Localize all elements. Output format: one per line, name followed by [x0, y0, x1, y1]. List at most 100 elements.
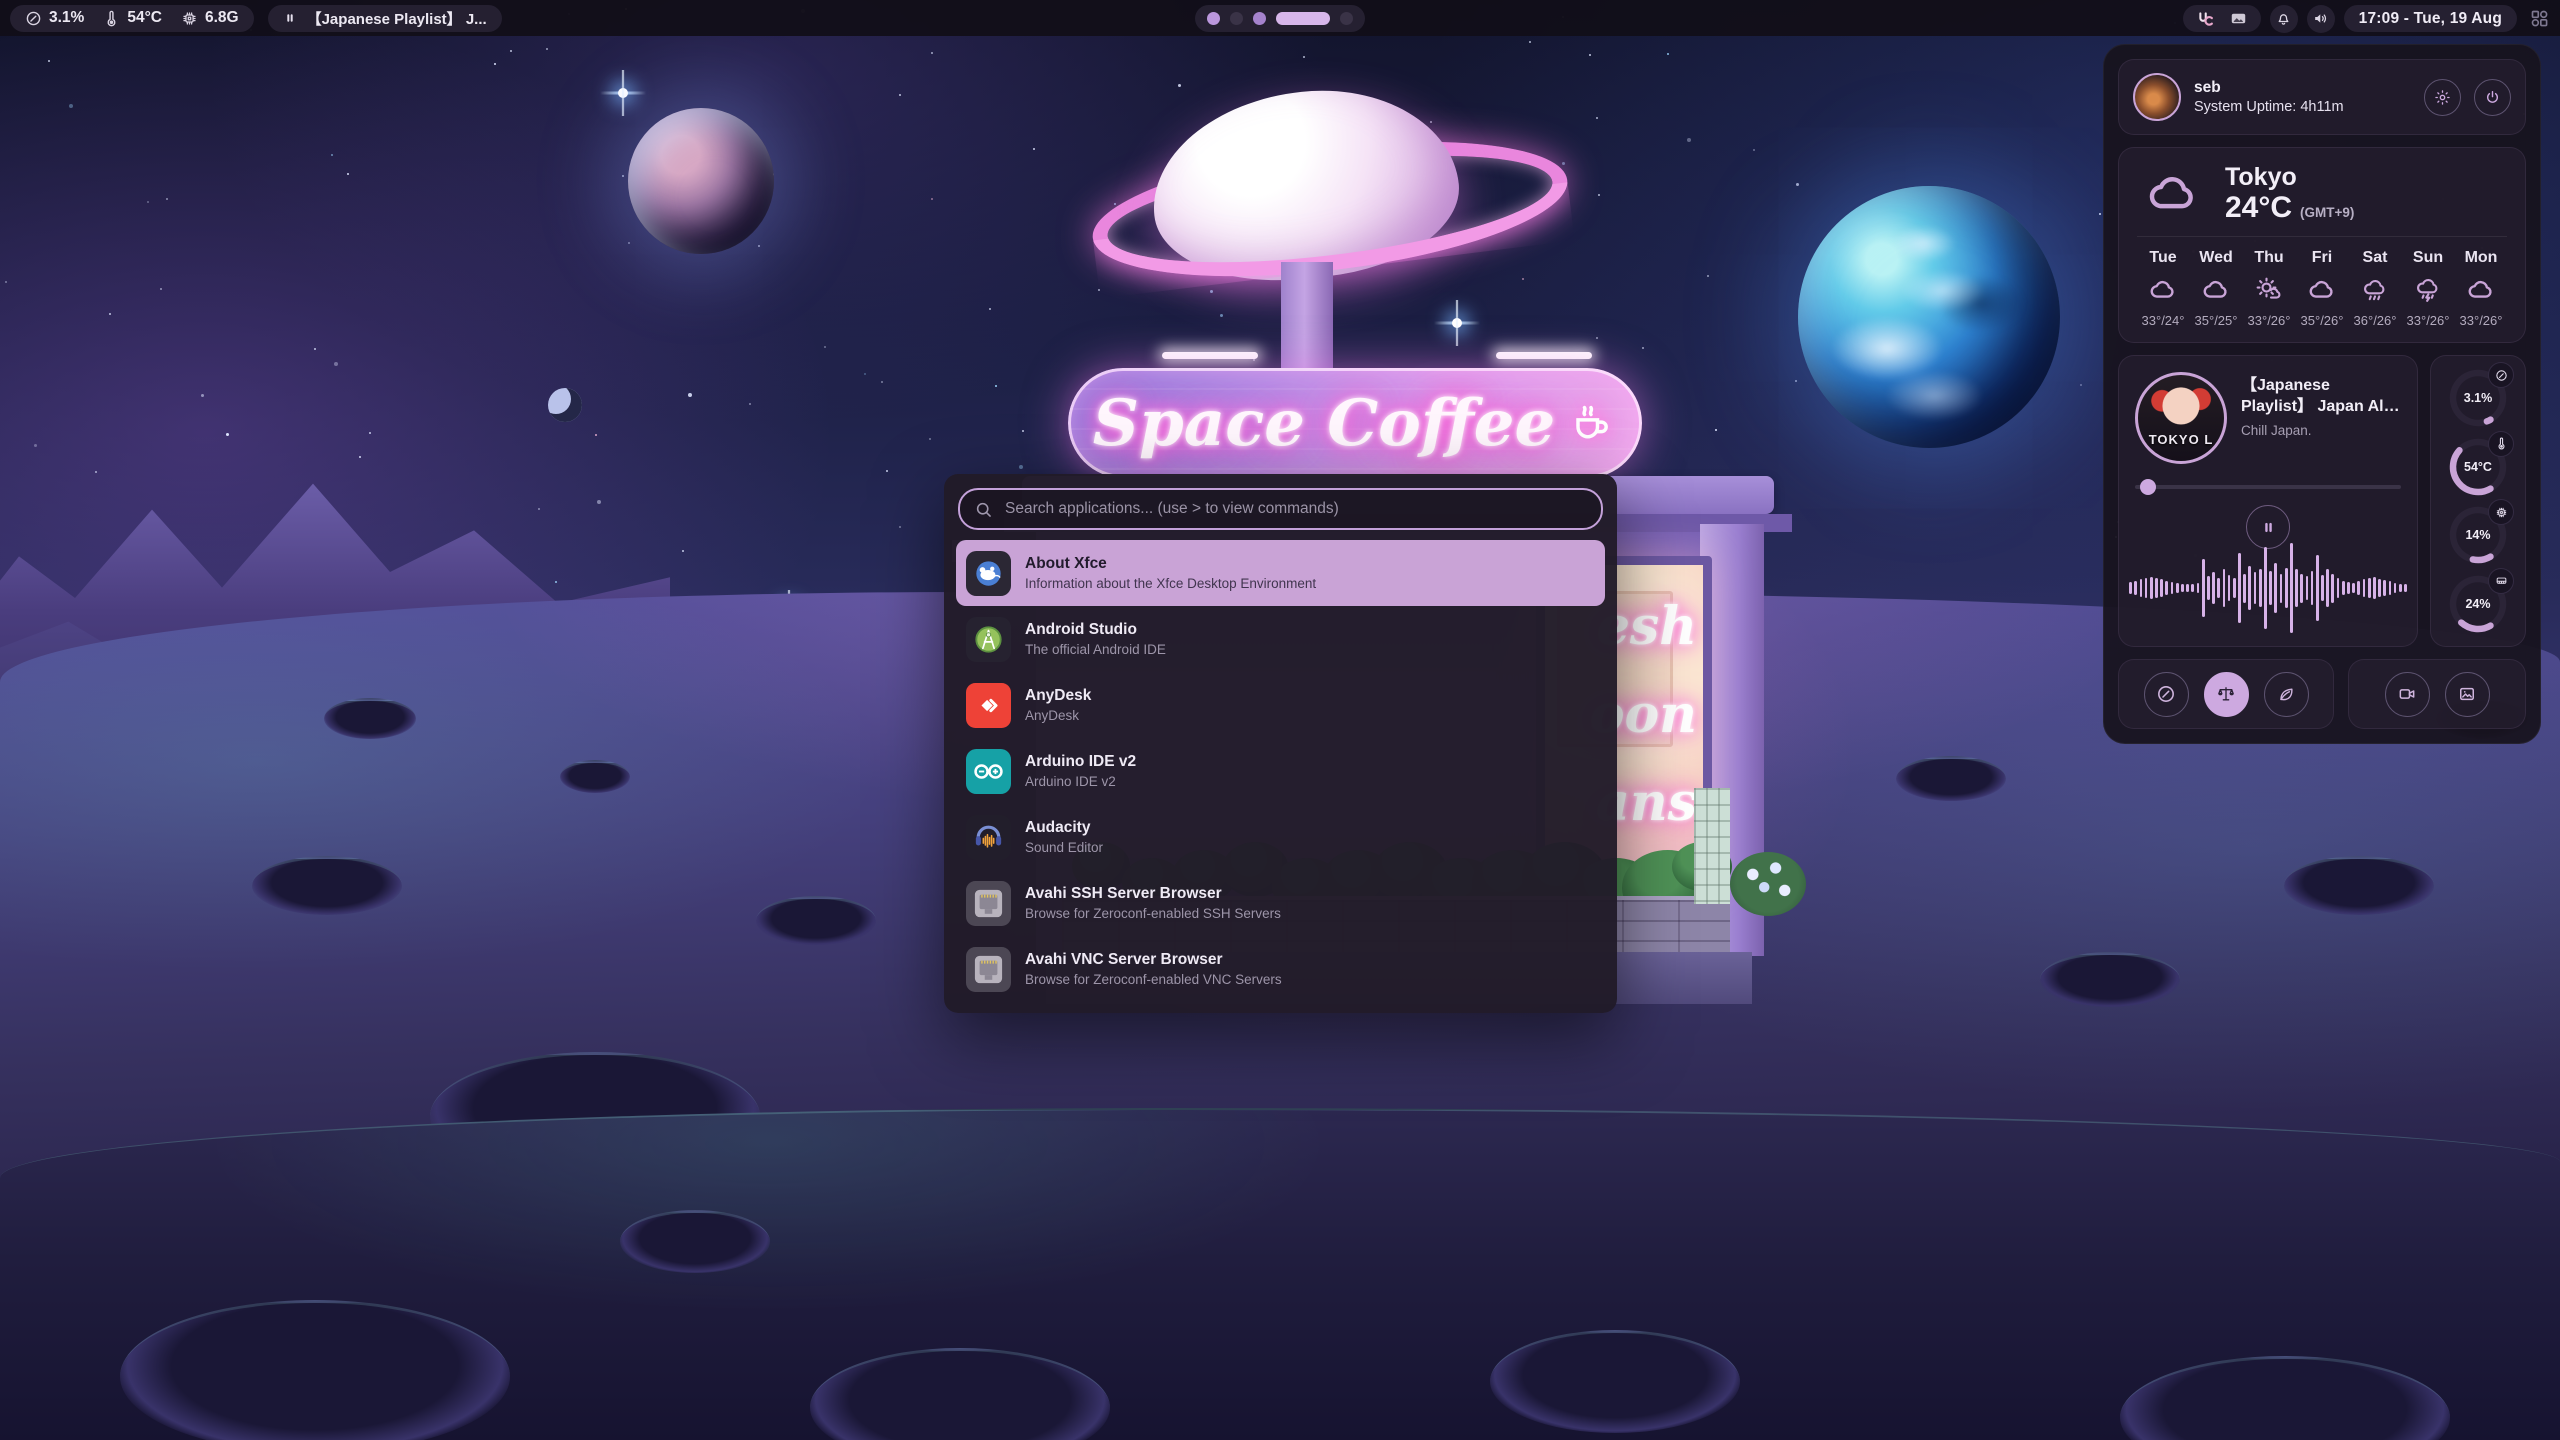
capture-video[interactable]: [2385, 672, 2430, 717]
tray-update-icon[interactable]: [2196, 9, 2215, 28]
gear-icon: [2434, 89, 2451, 106]
weather-current: Tokyo 24°C (GMT+9): [2137, 164, 2507, 223]
settings-button[interactable]: [2424, 79, 2461, 116]
system-uptime: System Uptime: 4h11m: [2194, 99, 2411, 115]
search-input[interactable]: [1003, 499, 1587, 519]
clock-button[interactable]: 17:09 - Tue, 19 Aug: [2344, 5, 2517, 32]
leaf-icon: [2276, 684, 2296, 704]
workspace-2[interactable]: [1230, 12, 1243, 25]
network-app-icon: [966, 881, 1011, 926]
marquee-light: [1496, 352, 1592, 359]
app-name: AnyDesk: [1025, 687, 1091, 705]
album-art-label: TOKYO L: [2138, 432, 2224, 447]
now-playing-label: 【Japanese Playlist】 J...: [307, 8, 487, 29]
app-name: Avahi VNC Server Browser: [1025, 951, 1282, 969]
seek-knob[interactable]: [2140, 479, 2156, 495]
storm-icon: [2413, 275, 2443, 305]
workspace-3[interactable]: [1253, 12, 1266, 25]
cloud-icon: [2201, 275, 2231, 305]
notifications-button[interactable]: [2270, 5, 2298, 33]
now-playing-pill[interactable]: 【Japanese Playlist】 J...: [268, 5, 502, 32]
music-player-card: TOKYO L 【Japanese Playlist】 Japan All Ni…: [2118, 355, 2418, 647]
app-description: The official Android IDE: [1025, 642, 1166, 657]
app-row-android-studio[interactable]: Android Studio The official Android IDE: [956, 606, 1605, 672]
audacity-app-icon: [966, 815, 1011, 860]
tray-wallpaper-icon[interactable]: [2229, 9, 2248, 28]
android-studio-app-icon: [966, 617, 1011, 662]
app-name: About Xfce: [1025, 555, 1316, 573]
clock-label: 17:09 - Tue, 19 Aug: [2359, 10, 2502, 28]
app-description: AnyDesk: [1025, 708, 1091, 723]
video-icon: [2397, 684, 2417, 704]
topbar-left-cluster: 3.1%54°C6.8G 【Japanese Playlist】 J...: [10, 5, 502, 32]
app-row-anydesk[interactable]: AnyDesk AnyDesk: [956, 672, 1605, 738]
track-title: 【Japanese Playlist】 Japan All Night - To…: [2241, 376, 2401, 418]
gauge-memory: 24%: [2446, 572, 2510, 636]
pause-icon: [283, 11, 297, 25]
power-button[interactable]: [2474, 79, 2511, 116]
weather-card: Tokyo 24°C (GMT+9) Tue 33°/24°Wed 35°/25…: [2118, 147, 2526, 343]
app-list: About Xfce Information about the Xfce De…: [956, 540, 1605, 1002]
power-profile-leaf[interactable]: [2264, 672, 2309, 717]
weather-forecast: Tue 33°/24°Wed 35°/25°Thu 33°/26°Fri 35°…: [2137, 249, 2507, 328]
app-name: Audacity: [1025, 819, 1103, 837]
app-name: Avahi SSH Server Browser: [1025, 885, 1281, 903]
power-profile-scales[interactable]: [2204, 672, 2249, 717]
forecast-thu: Thu 33°/26°: [2243, 249, 2295, 328]
memory-icon: [2488, 568, 2514, 594]
capture-screenshot[interactable]: [2445, 672, 2490, 717]
user-card: seb System Uptime: 4h11m: [2118, 59, 2526, 135]
cloud-icon: [2148, 275, 2178, 305]
partly-sunny-icon: [2254, 275, 2284, 305]
cup-stand: [1281, 262, 1333, 380]
overview-button[interactable]: [2526, 6, 2552, 32]
workspace-1[interactable]: [1207, 12, 1220, 25]
app-row-arduino-ide-v2[interactable]: Arduino IDE v2 Arduino IDE v2: [956, 738, 1605, 804]
track-subtitle: Chill Japan.: [2241, 423, 2401, 438]
app-row-avahi-vnc-server-browser[interactable]: Avahi VNC Server Browser Browse for Zero…: [956, 936, 1605, 1002]
app-row-about-xfce[interactable]: About Xfce Information about the Xfce De…: [956, 540, 1605, 606]
system-tray: [2183, 5, 2261, 32]
earth-planet: [1798, 186, 2060, 448]
workspace-pill: [1195, 5, 1365, 32]
network-app-icon: [966, 947, 1011, 992]
cloud-icon: [2137, 166, 2209, 222]
screenshot-icon: [2457, 684, 2477, 704]
search-bar: [958, 488, 1603, 530]
stat-gauge: 3.1%: [25, 9, 84, 27]
forecast-fri: Fri 35°/26°: [2296, 249, 2348, 328]
power-profile-speedometer[interactable]: [2144, 672, 2189, 717]
cloud-icon: [2466, 275, 2496, 305]
desktop: Space Coffee eshoonans: [0, 0, 2560, 1440]
marquee-light: [1162, 352, 1258, 359]
speedometer-icon: [2156, 684, 2176, 704]
avatar[interactable]: [2133, 73, 2181, 121]
audio-visualizer: [2129, 540, 2407, 636]
bell-icon: [2275, 10, 2292, 27]
star-sparkle: [1434, 300, 1480, 346]
app-row-avahi-ssh-server-browser[interactable]: Avahi SSH Server Browser Browse for Zero…: [956, 870, 1605, 936]
workspace-5[interactable]: [1340, 12, 1353, 25]
arduino-app-icon: [966, 749, 1011, 794]
topbar-right-cluster: 17:09 - Tue, 19 Aug: [2183, 5, 2552, 33]
thermometer-icon: [103, 10, 120, 27]
app-row-audacity[interactable]: Audacity Sound Editor: [956, 804, 1605, 870]
app-description: Arduino IDE v2: [1025, 774, 1136, 789]
app-description: Browse for Zeroconf-enabled VNC Servers: [1025, 972, 1282, 987]
seek-slider[interactable]: [2135, 479, 2401, 495]
workspace-indicator: [1195, 5, 1365, 32]
grid-icon: [2529, 8, 2550, 29]
app-description: Information about the Xfce Desktop Envir…: [1025, 576, 1316, 591]
volume-button[interactable]: [2307, 5, 2335, 33]
flower-bush: [1730, 852, 1806, 916]
gauge-chip: 14%: [2446, 503, 2510, 567]
weather-temperature: 24°C: [2225, 192, 2292, 224]
forecast-tue: Tue 33°/24°: [2137, 249, 2189, 328]
power-icon: [2484, 89, 2501, 106]
crescent-moon: [548, 388, 582, 422]
stat-chip: 6.8G: [181, 9, 239, 27]
chip-icon: [181, 10, 198, 27]
album-art: TOKYO L: [2135, 372, 2227, 464]
workspace-4-active[interactable]: [1276, 12, 1330, 25]
anydesk-app-icon: [966, 683, 1011, 728]
